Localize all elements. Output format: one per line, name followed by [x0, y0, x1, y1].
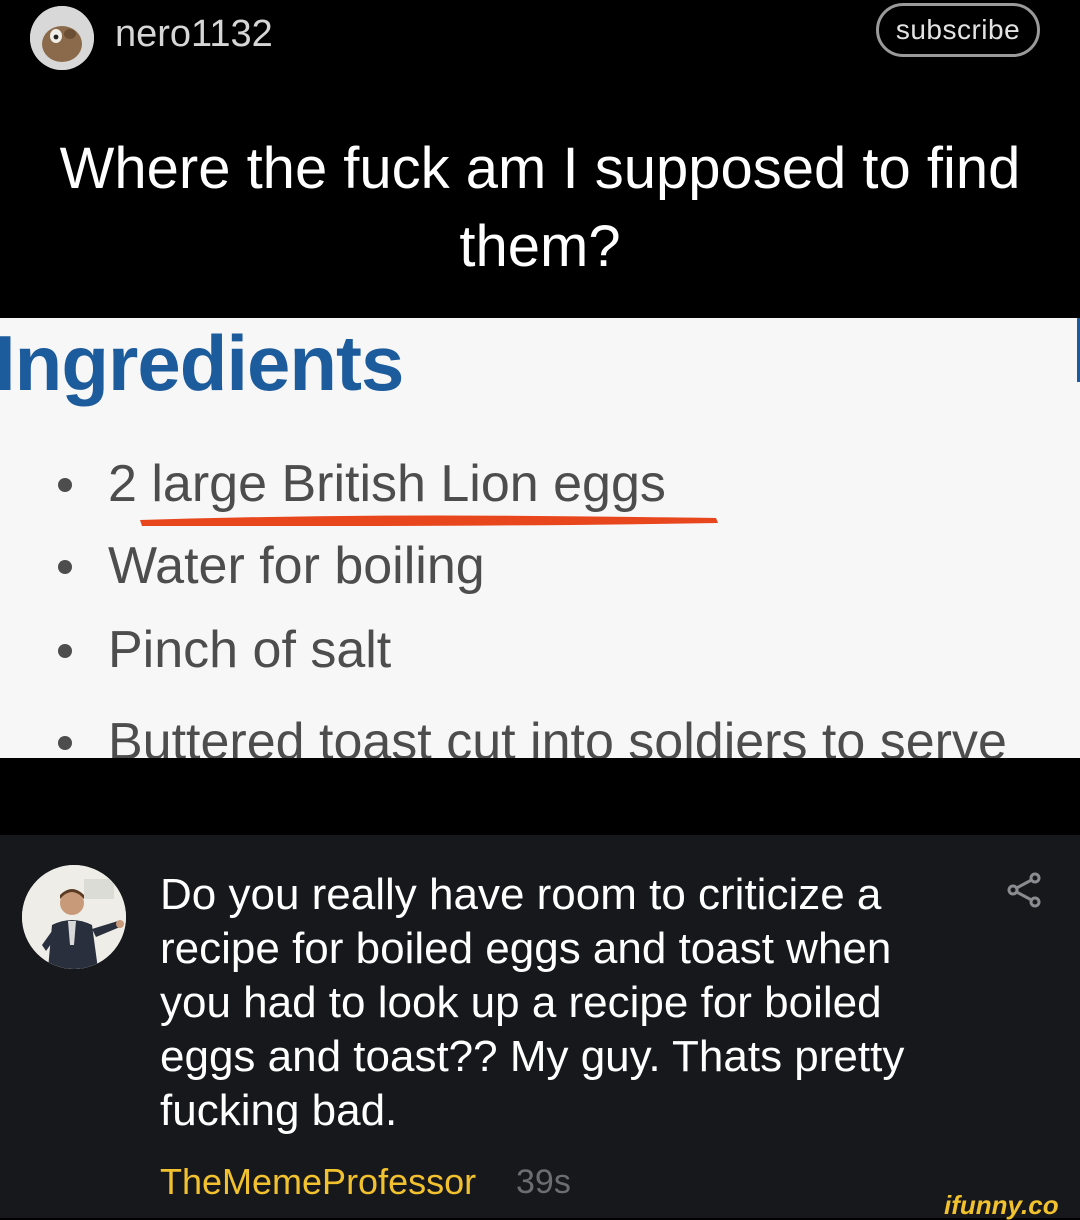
comment-timestamp: 39s	[516, 1163, 571, 1201]
user-avatar[interactable]	[30, 6, 94, 70]
commenter-username[interactable]: TheMemeProfessor	[160, 1158, 476, 1206]
username[interactable]: nero1132	[115, 8, 273, 60]
comment-body: Do you really have room to criticize a r…	[160, 870, 905, 1135]
ingredient-text: Pinch of salt	[108, 621, 392, 679]
bullet-icon	[58, 644, 72, 658]
recipe-heading: Ingredients	[0, 319, 404, 407]
commenter-avatar[interactable]	[22, 865, 126, 969]
bullet-icon	[58, 736, 72, 750]
recipe-screenshot: Ingredients 2 large British Lion eggs Wa…	[0, 318, 1080, 758]
ifunny-watermark: ifunny.co	[944, 1190, 1059, 1220]
share-icon[interactable]	[1004, 870, 1044, 910]
ingredient-text: Water for boiling	[108, 537, 485, 595]
bullet-icon	[58, 560, 72, 574]
bullet-icon	[58, 478, 72, 492]
subscribe-button[interactable]: subscribe	[876, 3, 1040, 57]
ingredient-text: Buttered toast cut into soldiers to serv…	[108, 713, 1007, 758]
post-caption: Where the fuck am I supposed to find the…	[59, 136, 1021, 279]
